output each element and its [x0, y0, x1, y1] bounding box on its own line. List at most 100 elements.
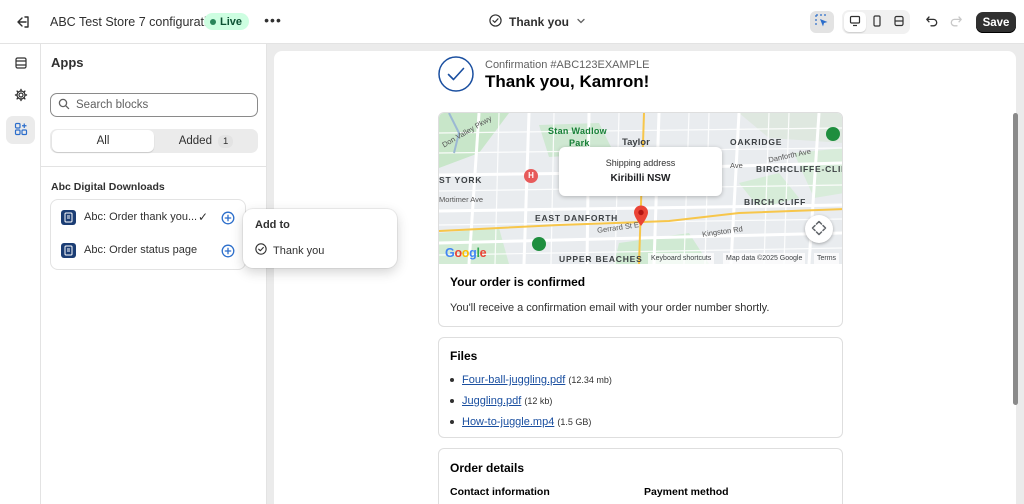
block-item-status-page[interactable]: Abc: Order status page	[61, 241, 197, 259]
divider	[41, 166, 267, 167]
confirmation-check-icon	[438, 56, 474, 92]
map-label-east-danforth: EAST DANFORTH	[535, 213, 619, 223]
park-marker-icon	[532, 237, 546, 251]
desktop-icon	[849, 15, 861, 30]
popover-item-label: Thank you	[273, 244, 325, 257]
app-section-title: Abc Digital Downloads	[51, 181, 165, 193]
map-label-mortimer: Mortimer Ave	[439, 195, 484, 204]
added-count-badge: 1	[217, 134, 234, 148]
store-title: ABC Test Store 7 configuration	[50, 15, 221, 29]
panel-title: Apps	[51, 55, 84, 70]
live-dot-icon	[210, 18, 216, 25]
preview-scrollbar[interactable]	[1013, 113, 1018, 405]
file-size: (1.5 GB)	[557, 417, 592, 427]
app-logo-icon	[61, 209, 76, 225]
block-item-thank-you[interactable]: Abc: Order thank you...	[61, 208, 197, 226]
shipping-address-value: Kiribilli NSW	[610, 173, 671, 184]
recenter-arrows-icon	[811, 220, 827, 239]
search-blocks-input[interactable]	[76, 99, 246, 111]
tab-added[interactable]: Added 1	[156, 130, 256, 152]
map-data-attribution: Map data ©2025 Google	[723, 253, 806, 264]
contact-information-title: Contact information	[450, 486, 550, 498]
map-recenter-button[interactable]	[805, 215, 833, 243]
order-confirmed-text: You'll receive a confirmation email with…	[450, 302, 770, 314]
order-confirmed-card: Stan Wadlow Park Taylor OAKRIDGE Danfort…	[438, 112, 843, 327]
added-check-icon: ✓	[198, 210, 209, 224]
inspector-button[interactable]	[810, 11, 834, 33]
tab-added-label: Added	[178, 135, 212, 147]
location-pin-icon	[633, 205, 649, 230]
thank-you-heading: Thank you, Kamron!	[485, 72, 650, 91]
app-blocks-list: Abc: Order thank you... ✓ Abc: Order sta…	[50, 199, 246, 270]
apps-panel: Apps All Added 1 Abc Digital Downloads A…	[41, 44, 267, 504]
expand-icon	[893, 15, 905, 30]
popover-title: Add to	[255, 219, 290, 231]
order-details-card: Order details Contact information Paymen…	[438, 448, 843, 504]
block-label: Abc: Order status page	[84, 244, 198, 256]
tab-all[interactable]: All	[52, 130, 154, 152]
apps-icon	[14, 122, 28, 139]
confirmation-number: Confirmation #ABC123EXAMPLE	[485, 59, 650, 71]
map-keyboard-shortcuts-link[interactable]: Keyboard shortcuts	[648, 253, 715, 264]
order-details-title: Order details	[450, 461, 525, 475]
bullet-icon	[450, 420, 454, 424]
sections-icon	[14, 56, 28, 73]
redo-icon	[949, 14, 963, 31]
payment-method-title: Payment method	[644, 486, 729, 498]
tab-all-label: All	[96, 135, 110, 147]
shipping-map[interactable]: Stan Wadlow Park Taylor OAKRIDGE Danfort…	[439, 113, 842, 264]
bullet-icon	[450, 378, 454, 382]
bullet-icon	[450, 399, 454, 403]
popover-item-thank-you[interactable]: Thank you	[255, 243, 324, 258]
fullscreen-view-button[interactable]	[888, 12, 910, 32]
map-label-oakridge: OAKRIDGE	[730, 137, 783, 147]
cursor-select-icon	[815, 13, 829, 31]
check-circle-icon	[255, 243, 267, 258]
settings-icon	[14, 88, 28, 105]
file-link[interactable]: Juggling.pdf	[462, 395, 521, 407]
exit-icon[interactable]	[14, 13, 32, 31]
file-size: (12.34 mb)	[568, 375, 612, 385]
file-size: (12 kb)	[524, 396, 553, 406]
rail-item-settings[interactable]	[6, 82, 35, 110]
save-button[interactable]: Save	[976, 12, 1016, 33]
file-link[interactable]: Four-ball-juggling.pdf	[462, 374, 565, 386]
rail-item-apps[interactable]	[6, 116, 35, 144]
mobile-view-button[interactable]	[866, 12, 888, 32]
block-label: Abc: Order thank you...	[84, 211, 198, 223]
chevron-down-icon	[576, 15, 586, 29]
device-toggle-group	[842, 10, 910, 34]
check-circle-icon	[489, 14, 502, 30]
redo-button[interactable]	[944, 11, 968, 33]
undo-icon	[925, 14, 939, 31]
filter-segmented-control: All Added 1	[50, 129, 258, 153]
add-block-icon[interactable]	[221, 244, 235, 258]
add-to-popover: Add to Thank you	[243, 209, 397, 268]
search-blocks-field[interactable]	[50, 93, 258, 117]
files-card: Files Four-ball-juggling.pdf (12.34 mb) …	[438, 337, 843, 438]
order-confirmed-title: Your order is confirmed	[450, 275, 586, 289]
desktop-view-button[interactable]	[844, 12, 866, 32]
live-badge-label: Live	[220, 15, 243, 28]
map-label-east-york: ST YORK	[439, 175, 483, 185]
more-actions-button[interactable]: •••	[262, 12, 284, 32]
park-marker-icon	[826, 127, 840, 141]
rail-item-sections[interactable]	[6, 50, 35, 78]
file-item: Juggling.pdf (12 kb)	[450, 395, 552, 407]
map-label-birchcliffe: BIRCHCLIFFE-CLIFFS	[756, 164, 842, 174]
map-label-upper-beaches: UPPER BEACHES	[559, 254, 643, 264]
undo-button[interactable]	[920, 11, 944, 33]
map-label-birch-cliff: BIRCH CLIFF	[744, 197, 807, 207]
search-icon	[58, 98, 70, 113]
map-label-ave: Ave	[730, 161, 743, 170]
live-status-badge: Live	[204, 13, 250, 30]
add-block-icon[interactable]	[221, 211, 235, 225]
hospital-marker-icon: H	[524, 169, 538, 183]
files-title: Files	[450, 349, 478, 363]
map-terms-link[interactable]: Terms	[814, 253, 840, 264]
page-selector-label: Thank you	[509, 15, 570, 29]
file-link[interactable]: How-to-juggle.mp4	[462, 416, 554, 428]
file-item: Four-ball-juggling.pdf (12.34 mb)	[450, 374, 612, 386]
page-selector[interactable]: Thank you	[489, 12, 586, 32]
preview-canvas: Confirmation #ABC123EXAMPLE Thank you, K…	[274, 51, 1016, 504]
